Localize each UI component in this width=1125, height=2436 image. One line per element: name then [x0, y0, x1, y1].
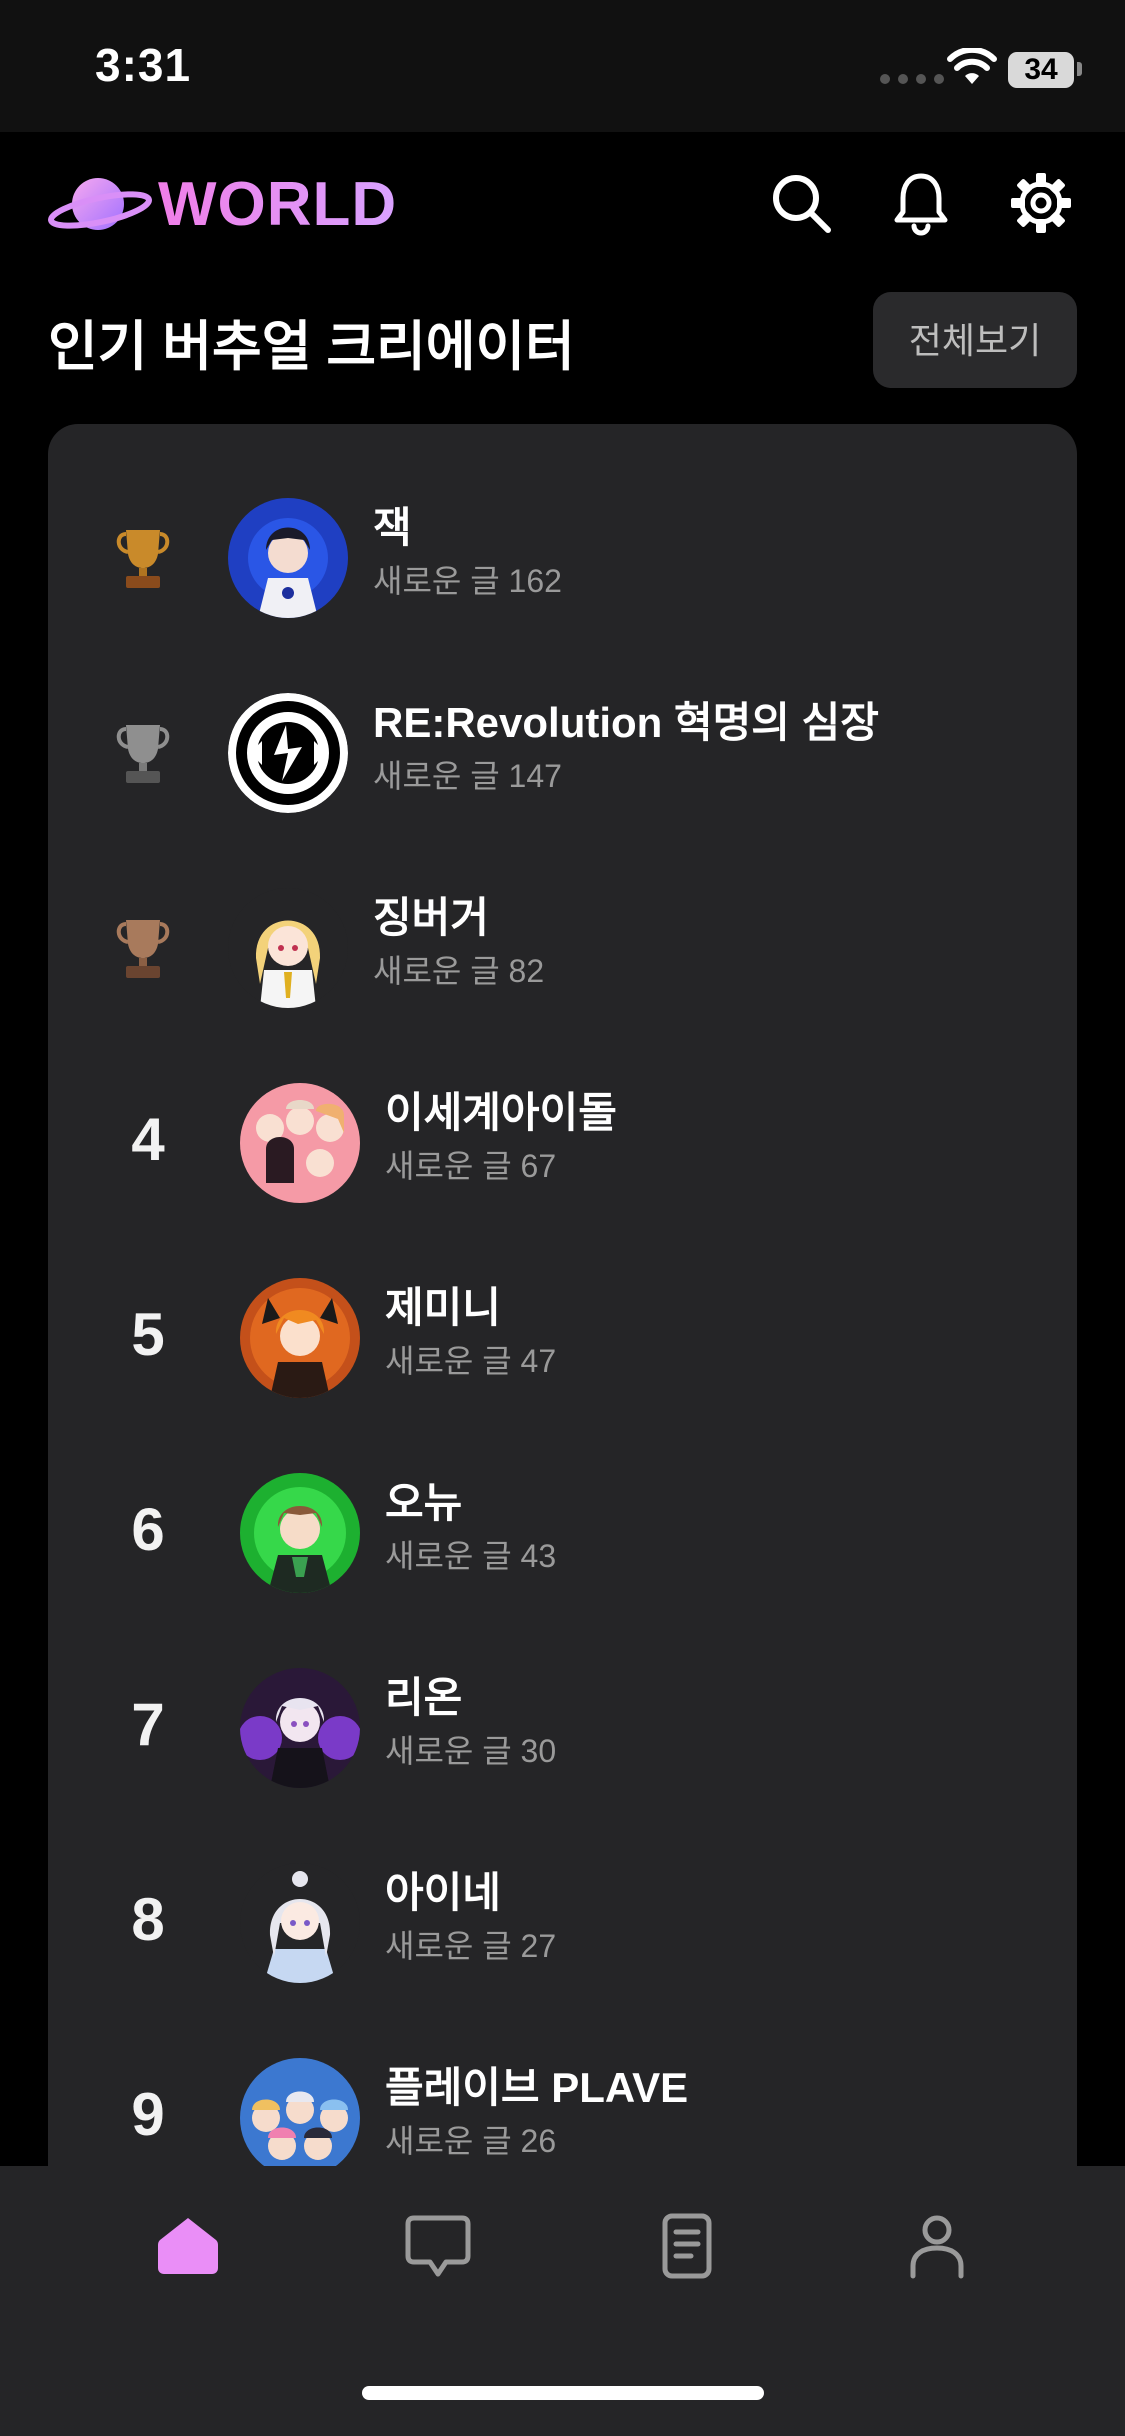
new-posts-count: 새로운 글 27: [385, 1928, 557, 1964]
search-icon[interactable]: [768, 170, 834, 236]
section-title: 인기 버추얼 크리에이터: [48, 317, 575, 377]
new-posts-count: 새로운 글 30: [385, 1733, 557, 1769]
status-bar: 3:31 34: [0, 0, 1125, 132]
app-screen: 3:31 34 WORLD 인기 버추얼 크리에이터 전체보기 잭 새로운 글 …: [0, 0, 1125, 2436]
wifi-icon: [947, 48, 997, 84]
creator-name: 오뉴: [385, 1479, 463, 1526]
avatar: [228, 498, 348, 618]
silver-trophy-icon: [116, 725, 170, 783]
profile-icon[interactable]: [901, 2210, 973, 2282]
creator-name: RE:Revolution 혁명의 심장: [373, 699, 879, 746]
home-icon[interactable]: [152, 2210, 224, 2282]
creator-name: 징버거: [373, 894, 489, 941]
gold-trophy-icon: [116, 530, 170, 588]
rank-number: 9: [131, 2081, 165, 2148]
avatar: [240, 1278, 360, 1398]
ranking-row-1[interactable]: 잭 새로운 글 162: [48, 486, 1077, 636]
logo-text: WORLD: [158, 169, 398, 239]
rank-number: 5: [131, 1301, 165, 1368]
creator-name: 잭: [373, 504, 412, 551]
new-posts-count: 새로운 글 162: [373, 563, 562, 599]
avatar: [240, 1668, 360, 1788]
ranking-row-2[interactable]: RE:Revolution 혁명의 심장 새로운 글 147: [48, 681, 1077, 831]
app-logo[interactable]: WORLD: [48, 168, 397, 240]
avatar: [228, 888, 348, 1008]
avatar: [240, 2058, 360, 2178]
home-indicator: [362, 2386, 764, 2400]
gear-icon[interactable]: [1008, 170, 1074, 236]
new-posts-count: 새로운 글 26: [385, 2123, 557, 2159]
cellular-signal-icon: [880, 74, 944, 84]
creator-name: 리온: [385, 1674, 463, 1721]
avatar: [240, 1863, 360, 1983]
bottom-nav: [0, 2166, 1125, 2436]
ranking-row-8[interactable]: 8 아이네 새로운 글 27: [48, 1851, 1077, 2001]
creator-name: 이세계아이돌: [385, 1089, 617, 1136]
avatar: [228, 693, 348, 813]
avatar: [240, 1473, 360, 1593]
ranking-row-6[interactable]: 6 오뉴 새로운 글 43: [48, 1461, 1077, 1611]
battery-tip: [1077, 62, 1082, 76]
planet-logo-icon: [48, 178, 152, 230]
rank-number: 8: [131, 1886, 165, 1953]
document-icon[interactable]: [651, 2210, 723, 2282]
ranking-row-3[interactable]: 징버거 새로운 글 82: [48, 876, 1077, 1026]
status-time: 3:31: [95, 39, 192, 91]
ranking-row-7[interactable]: 7 리온 새로운 글 30: [48, 1656, 1077, 1806]
rank-number: 7: [131, 1691, 165, 1758]
creator-name: 플레이브 PLAVE: [385, 2064, 689, 2111]
bell-icon[interactable]: [888, 170, 954, 236]
ranking-card: 잭 새로운 글 162 RE:Revolution 혁명의 심장 새로운 글 1…: [48, 424, 1077, 2436]
rank-number: 4: [131, 1106, 165, 1173]
new-posts-count: 새로운 글 43: [385, 1538, 557, 1574]
avatar: [240, 1083, 360, 1203]
rank-number: 6: [131, 1496, 165, 1563]
ranking-row-4[interactable]: 4 이세계아이돌 새로운 글 67: [48, 1071, 1077, 1221]
ranking-row-5[interactable]: 5 제미니 새로운 글 47: [48, 1266, 1077, 1416]
creator-name: 제미니: [385, 1284, 501, 1331]
battery-icon: 34: [1008, 52, 1074, 88]
chat-icon[interactable]: [402, 2210, 474, 2282]
view-all-button[interactable]: 전체보기: [873, 292, 1077, 388]
new-posts-count: 새로운 글 82: [373, 953, 545, 989]
new-posts-count: 새로운 글 67: [385, 1148, 557, 1184]
new-posts-count: 새로운 글 147: [373, 758, 562, 794]
new-posts-count: 새로운 글 47: [385, 1343, 557, 1379]
creator-name: 아이네: [385, 1869, 501, 1916]
bronze-trophy-icon: [116, 920, 170, 978]
